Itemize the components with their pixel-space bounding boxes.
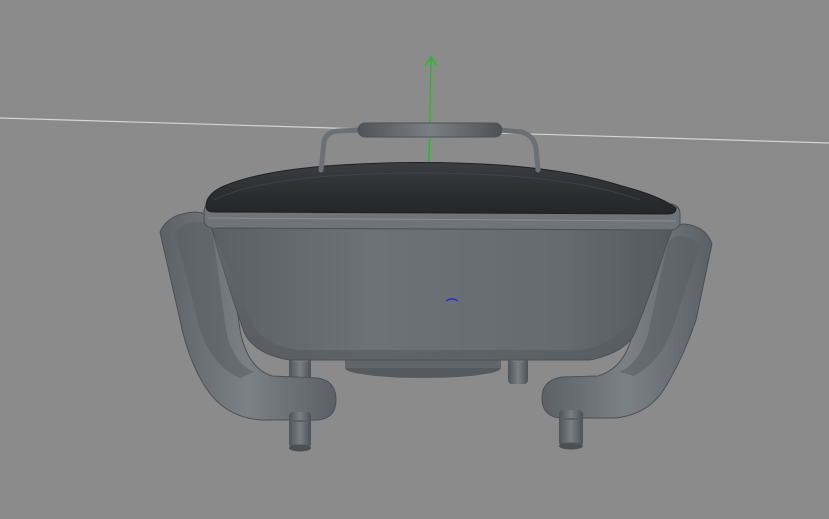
3d-scene-canvas[interactable] bbox=[0, 0, 829, 519]
skillet-lid[interactable] bbox=[205, 162, 677, 215]
skillet-pan-body[interactable] bbox=[205, 215, 677, 361]
y-axis-gizmo-icon[interactable] bbox=[424, 55, 438, 166]
skillet-foot-front-left[interactable] bbox=[289, 412, 311, 452]
3d-viewport[interactable] bbox=[0, 0, 829, 519]
skillet-foot-front-right[interactable] bbox=[559, 410, 583, 450]
